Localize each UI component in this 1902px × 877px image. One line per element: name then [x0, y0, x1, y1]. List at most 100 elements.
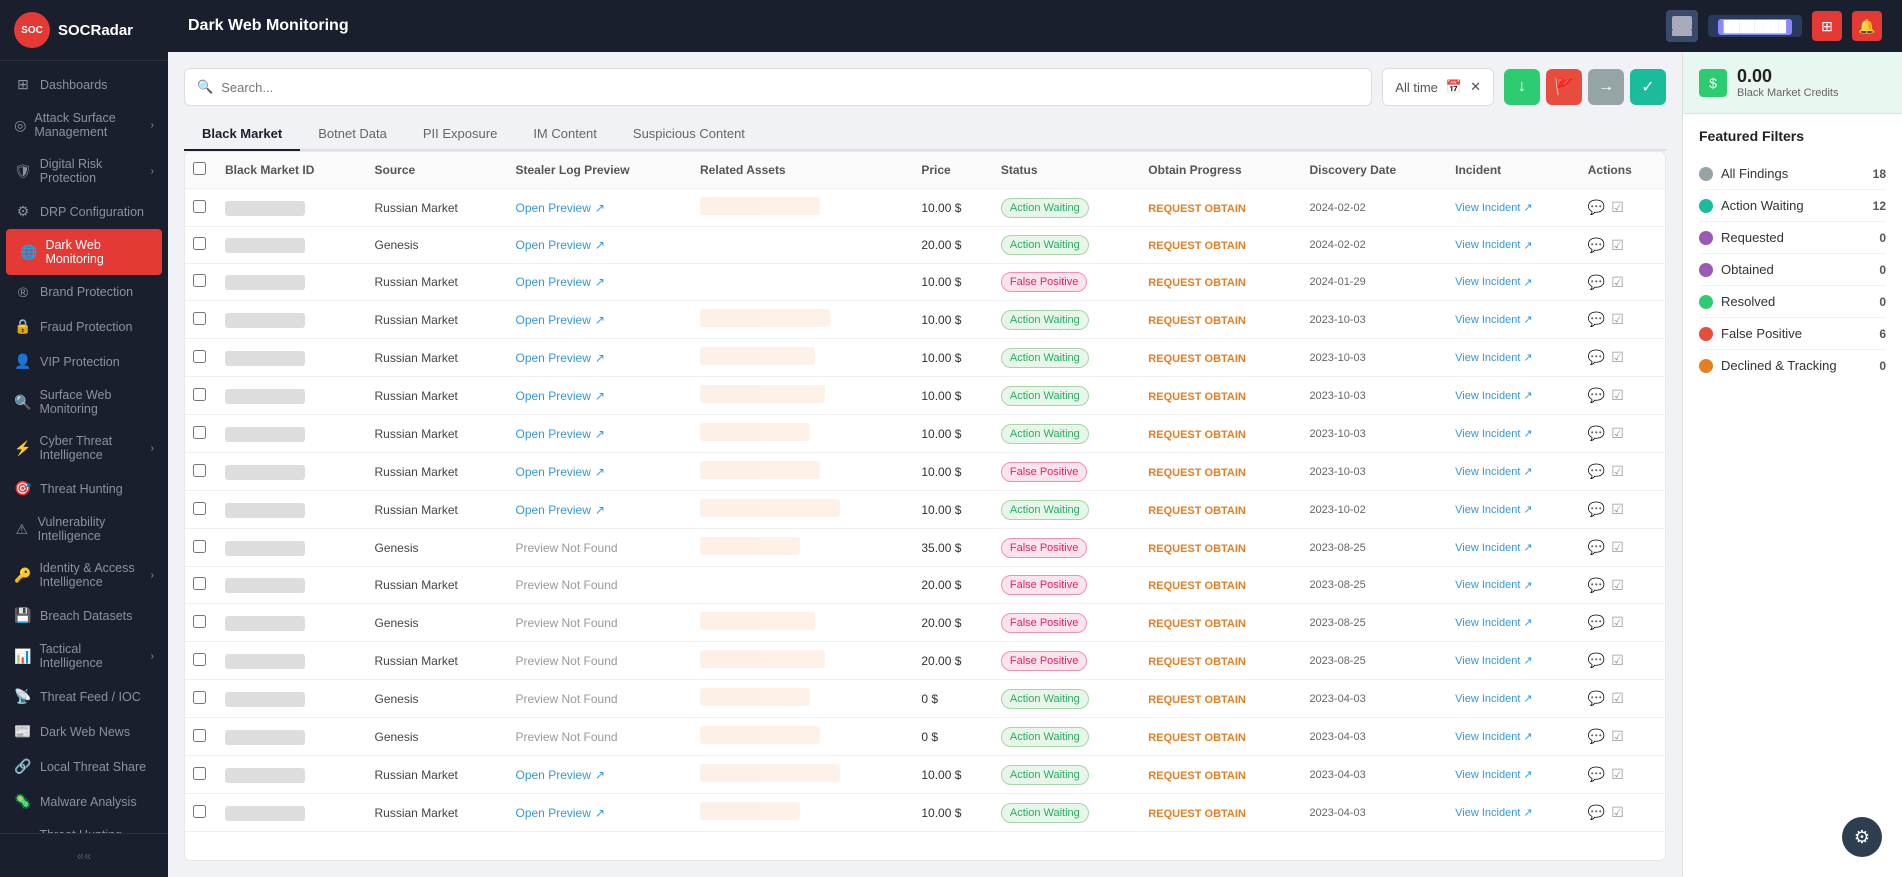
open-preview-link[interactable]: Open Preview ↗ — [516, 313, 685, 327]
request-obtain-button[interactable]: REQUEST OBTAIN — [1148, 391, 1246, 403]
comment-icon[interactable]: 💬 — [1588, 652, 1605, 669]
view-incident-link[interactable]: View Incident ↗ — [1455, 201, 1572, 214]
sidebar-item-brand-protection[interactable]: ® Brand Protection — [0, 275, 168, 309]
view-incident-link[interactable]: View Incident ↗ — [1455, 730, 1572, 743]
sidebar-item-local-threat[interactable]: 🔗 Local Threat Share — [0, 749, 168, 784]
open-preview-link[interactable]: Open Preview ↗ — [516, 806, 685, 820]
row-checkbox[interactable] — [193, 577, 206, 590]
comment-icon[interactable]: 💬 — [1588, 199, 1605, 216]
sidebar-item-vip-protection[interactable]: 👤 VIP Protection — [0, 344, 168, 379]
filter-teal-button[interactable]: ✓ — [1630, 69, 1666, 105]
row-checkbox[interactable] — [193, 274, 206, 287]
assign-icon[interactable]: ☑ — [1611, 652, 1624, 669]
tab-suspicious-content[interactable]: Suspicious Content — [615, 118, 763, 151]
open-preview-link[interactable]: Open Preview ↗ — [516, 503, 685, 517]
sidebar-item-digital-risk[interactable]: 🛡 Digital Risk Protection › — [0, 148, 168, 194]
assign-icon[interactable]: ☑ — [1611, 539, 1624, 556]
assign-icon[interactable]: ☑ — [1611, 463, 1624, 480]
sidebar-item-vulnerability[interactable]: ⚠ Vulnerability Intelligence — [0, 506, 168, 552]
assign-icon[interactable]: ☑ — [1611, 425, 1624, 442]
filter-item-requested[interactable]: Requested 0 — [1699, 222, 1886, 254]
view-incident-link[interactable]: View Incident ↗ — [1455, 579, 1572, 592]
filter-item-false-positive[interactable]: False Positive 6 — [1699, 318, 1886, 350]
row-checkbox[interactable] — [193, 653, 206, 666]
assign-icon[interactable]: ☑ — [1611, 577, 1624, 594]
view-incident-link[interactable]: View Incident ↗ — [1455, 806, 1572, 819]
filter-item-obtained[interactable]: Obtained 0 — [1699, 254, 1886, 286]
request-obtain-button[interactable]: REQUEST OBTAIN — [1148, 543, 1246, 555]
sidebar-item-drp-config[interactable]: ⚙ DRP Configuration — [0, 194, 168, 229]
filter-item-resolved[interactable]: Resolved 0 — [1699, 286, 1886, 318]
view-incident-link[interactable]: View Incident ↗ — [1455, 541, 1572, 554]
sidebar-item-identity-access[interactable]: 🔑 Identity & Access Intelligence › — [0, 552, 168, 598]
tab-pii-exposure[interactable]: PII Exposure — [405, 118, 515, 151]
row-checkbox[interactable] — [193, 502, 206, 515]
view-incident-link[interactable]: View Incident ↗ — [1455, 276, 1572, 289]
assign-icon[interactable]: ☑ — [1611, 199, 1624, 216]
open-preview-link[interactable]: Open Preview ↗ — [516, 768, 685, 782]
comment-icon[interactable]: 💬 — [1588, 274, 1605, 291]
comment-icon[interactable]: 💬 — [1588, 501, 1605, 518]
sidebar-item-threat-hunting[interactable]: 🎯 Threat Hunting — [0, 471, 168, 506]
filter-gray-button[interactable]: → — [1588, 69, 1624, 105]
assign-icon[interactable]: ☑ — [1611, 690, 1624, 707]
request-obtain-button[interactable]: REQUEST OBTAIN — [1148, 353, 1246, 365]
request-obtain-button[interactable]: REQUEST OBTAIN — [1148, 240, 1246, 252]
tab-black-market[interactable]: Black Market — [184, 118, 300, 151]
row-checkbox[interactable] — [193, 691, 206, 704]
comment-icon[interactable]: 💬 — [1588, 237, 1605, 254]
request-obtain-button[interactable]: REQUEST OBTAIN — [1148, 656, 1246, 668]
assign-icon[interactable]: ☑ — [1611, 804, 1624, 821]
comment-icon[interactable]: 💬 — [1588, 766, 1605, 783]
row-checkbox[interactable] — [193, 805, 206, 818]
search-input[interactable] — [221, 80, 1359, 95]
comment-icon[interactable]: 💬 — [1588, 425, 1605, 442]
assign-icon[interactable]: ☑ — [1611, 274, 1624, 291]
comment-icon[interactable]: 💬 — [1588, 387, 1605, 404]
view-incident-link[interactable]: View Incident ↗ — [1455, 692, 1572, 705]
request-obtain-button[interactable]: REQUEST OBTAIN — [1148, 277, 1246, 289]
open-preview-link[interactable]: Open Preview ↗ — [516, 465, 685, 479]
tab-botnet-data[interactable]: Botnet Data — [300, 118, 405, 151]
view-incident-link[interactable]: View Incident ↗ — [1455, 313, 1572, 326]
request-obtain-button[interactable]: REQUEST OBTAIN — [1148, 429, 1246, 441]
sidebar-item-breach-datasets[interactable]: 💾 Breach Datasets — [0, 598, 168, 633]
search-input-wrap[interactable]: 🔍 — [184, 68, 1372, 106]
view-incident-link[interactable]: View Incident ↗ — [1455, 239, 1572, 252]
assign-icon[interactable]: ☑ — [1611, 501, 1624, 518]
request-obtain-button[interactable]: REQUEST OBTAIN — [1148, 808, 1246, 820]
request-obtain-button[interactable]: REQUEST OBTAIN — [1148, 618, 1246, 630]
comment-icon[interactable]: 💬 — [1588, 728, 1605, 745]
view-incident-link[interactable]: View Incident ↗ — [1455, 465, 1572, 478]
sidebar-item-fraud-protection[interactable]: 🔒 Fraud Protection — [0, 309, 168, 344]
view-incident-link[interactable]: View Incident ↗ — [1455, 503, 1572, 516]
comment-icon[interactable]: 💬 — [1588, 463, 1605, 480]
row-checkbox[interactable] — [193, 200, 206, 213]
sidebar-item-dark-web-news[interactable]: 📰 Dark Web News — [0, 714, 168, 749]
row-checkbox[interactable] — [193, 729, 206, 742]
sidebar-item-cyber-threat[interactable]: ⚡ Cyber Threat Intelligence › — [0, 425, 168, 471]
open-preview-link[interactable]: Open Preview ↗ — [516, 201, 685, 215]
filter-red-button[interactable]: 🚩 — [1546, 69, 1582, 105]
sidebar-item-attack-surface[interactable]: ◎ Attack Surface Management › — [0, 102, 168, 148]
assign-icon[interactable]: ☑ — [1611, 349, 1624, 366]
assign-icon[interactable]: ☑ — [1611, 728, 1624, 745]
comment-icon[interactable]: 💬 — [1588, 311, 1605, 328]
sidebar-item-threat-feed[interactable]: 📡 Threat Feed / IOC — [0, 679, 168, 714]
assign-icon[interactable]: ☑ — [1611, 387, 1624, 404]
sidebar-item-dark-web[interactable]: 🌐 Dark Web Monitoring — [6, 229, 162, 275]
comment-icon[interactable]: 💬 — [1588, 614, 1605, 631]
notifications-button[interactable]: 🔔 — [1852, 11, 1882, 41]
clear-time-icon[interactable]: ✕ — [1470, 79, 1481, 95]
row-checkbox[interactable] — [193, 312, 206, 325]
assign-icon[interactable]: ☑ — [1611, 237, 1624, 254]
filter-item-declined-tracking[interactable]: Declined & Tracking 0 — [1699, 350, 1886, 381]
sidebar-item-surface-web[interactable]: 🔍 Surface Web Monitoring — [0, 379, 168, 425]
view-incident-link[interactable]: View Incident ↗ — [1455, 768, 1572, 781]
sidebar-item-threat-hunting-rules[interactable]: 📋 Threat Hunting Rules — [0, 819, 168, 833]
floating-action-button[interactable]: ⚙ — [1842, 817, 1882, 857]
request-obtain-button[interactable]: REQUEST OBTAIN — [1148, 505, 1246, 517]
select-all-checkbox[interactable] — [193, 162, 206, 175]
open-preview-link[interactable]: Open Preview ↗ — [516, 427, 685, 441]
view-incident-link[interactable]: View Incident ↗ — [1455, 351, 1572, 364]
